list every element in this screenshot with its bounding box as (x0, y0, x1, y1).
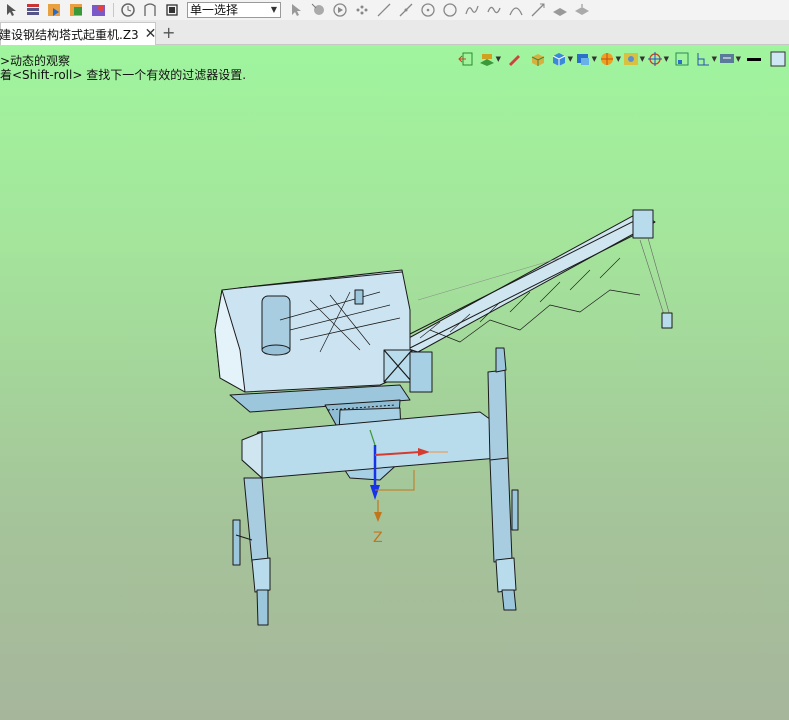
export-icon[interactable] (69, 2, 85, 18)
dots-icon[interactable] (354, 2, 370, 18)
main-toolbar: 单一选择 ▼ (0, 0, 789, 20)
z-axis-label: Z (373, 530, 383, 546)
play-icon[interactable] (332, 2, 348, 18)
wave-icon[interactable] (486, 2, 502, 18)
layers-icon[interactable] (25, 2, 41, 18)
pointer-icon[interactable] (288, 2, 304, 18)
chevron-down-icon: ▼ (270, 5, 277, 14)
document-tabbar: 建设钢结构塔式起重机.Z3 ✕ + (0, 20, 789, 45)
trim-icon[interactable] (142, 2, 158, 18)
surface-icon[interactable] (552, 2, 568, 18)
arrow-icon[interactable] (3, 2, 19, 18)
3d-viewport[interactable]: >动态的观察 着<Shift-roll> 查找下一个有效的过滤器设置. ▼ ▼ … (0, 45, 789, 720)
crane-model[interactable]: Z (0, 45, 789, 720)
filter-select[interactable]: 单一选择 ▼ (187, 2, 281, 18)
circle-icon[interactable] (420, 2, 436, 18)
tab-document[interactable]: 建设钢结构塔式起重机.Z3 ✕ (0, 22, 156, 45)
circle2-icon[interactable] (442, 2, 458, 18)
line-icon[interactable] (376, 2, 392, 18)
tab-label: 建设钢结构塔式起重机.Z3 (0, 27, 139, 42)
import-icon[interactable] (47, 2, 63, 18)
filter-select-value: 单一选择 (190, 3, 239, 17)
line2-icon[interactable] (398, 2, 414, 18)
slash-icon[interactable] (530, 2, 546, 18)
stop-icon[interactable] (164, 2, 180, 18)
tools-icon[interactable] (91, 2, 107, 18)
add-tab-button[interactable]: + (162, 23, 175, 42)
pick-icon[interactable] (310, 2, 326, 18)
toolbar-separator (113, 3, 114, 17)
curve-icon[interactable] (464, 2, 480, 18)
arc-icon[interactable] (508, 2, 524, 18)
surface2-icon[interactable] (574, 2, 590, 18)
clock-icon[interactable] (120, 2, 136, 18)
close-icon[interactable]: ✕ (145, 26, 157, 42)
